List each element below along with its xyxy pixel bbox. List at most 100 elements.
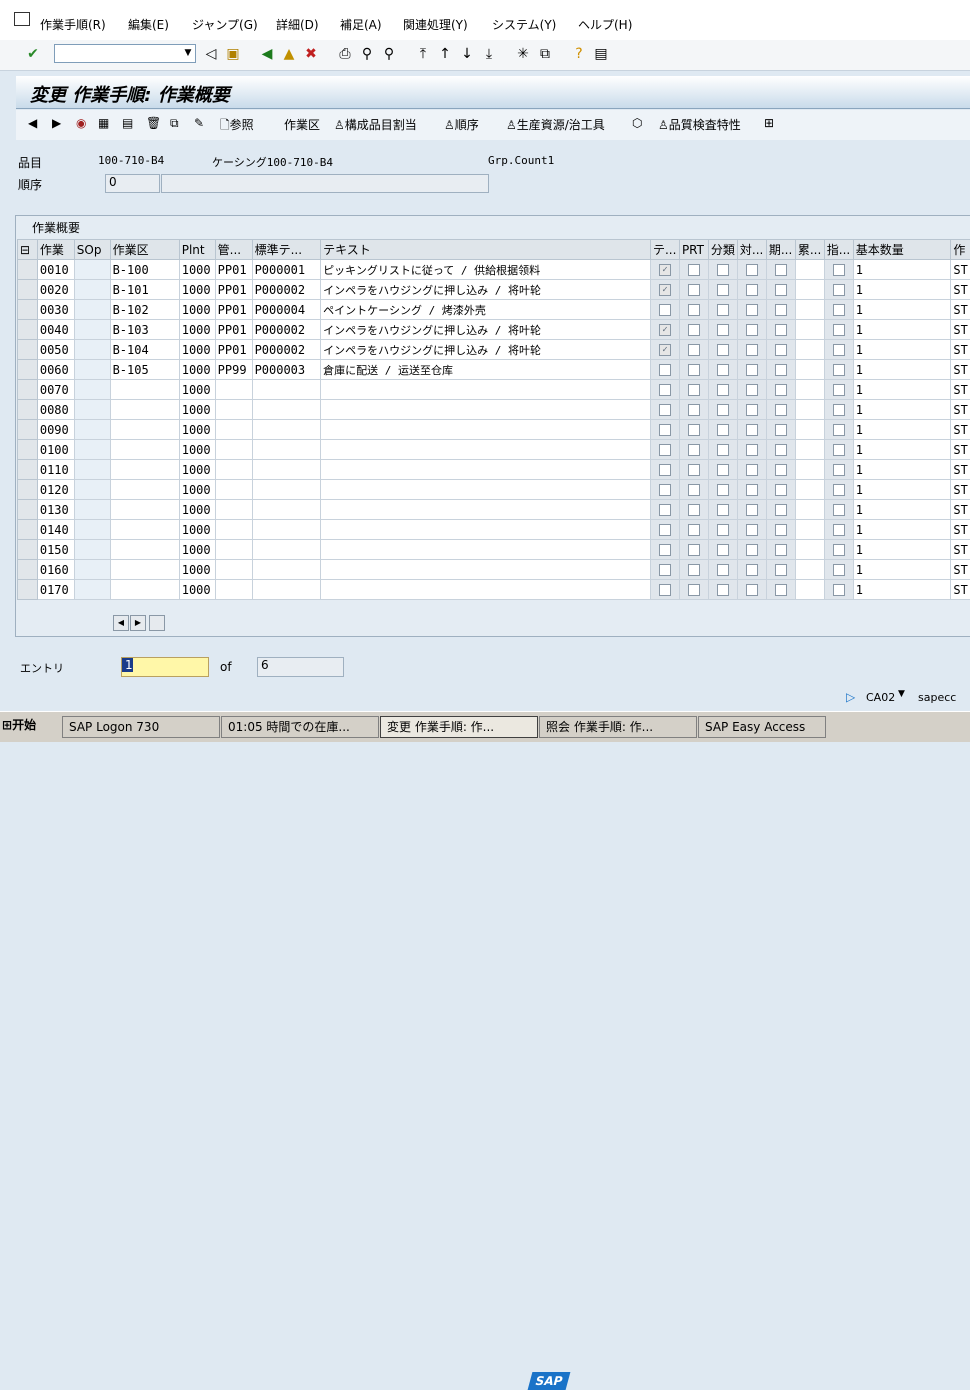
cell-control-key[interactable] — [215, 460, 252, 480]
cb-instruction-checkbox[interactable] — [833, 444, 845, 456]
cb-object-checkbox[interactable] — [746, 584, 758, 596]
cell-standard-text[interactable] — [252, 540, 321, 560]
cb-class-checkbox[interactable] — [717, 524, 729, 536]
cell-plant[interactable]: 1000 — [179, 300, 215, 320]
material-icon[interactable]: ◉ — [76, 116, 86, 130]
cell-op-unit[interactable]: ST — [951, 460, 970, 480]
cell-standard-text[interactable]: P000003 — [252, 360, 321, 380]
row-selector[interactable] — [18, 420, 38, 440]
cb-class-checkbox[interactable] — [717, 424, 729, 436]
cell-operation[interactable]: 0030 — [37, 300, 74, 320]
cb-text-checkbox[interactable] — [659, 484, 671, 496]
edit-icon[interactable]: ✎ — [194, 116, 204, 130]
cb-period-checkbox[interactable] — [775, 364, 787, 376]
cell-plant[interactable]: 1000 — [179, 560, 215, 580]
cb-instruction-checkbox[interactable] — [833, 264, 845, 276]
cell-control-key[interactable] — [215, 420, 252, 440]
table-row[interactable]: 0040B-1031000PP01P000002インペラをハウジングに押し込み … — [18, 320, 970, 340]
cb-object-checkbox[interactable] — [746, 364, 758, 376]
cell-op-unit[interactable]: ST — [951, 540, 970, 560]
table-row[interactable]: 008010001ST — [18, 400, 970, 420]
menu-item-details[interactable]: 詳細(D) — [276, 16, 319, 33]
cell-work-center[interactable]: B-102 — [110, 300, 179, 320]
cb-text-checkbox[interactable] — [659, 424, 671, 436]
col-obj[interactable]: 対... — [737, 240, 766, 260]
cell-base-qty[interactable]: 1 — [853, 440, 951, 460]
cb-class-checkbox[interactable] — [717, 404, 729, 416]
cb-class-checkbox[interactable] — [717, 284, 729, 296]
cb-instruction-checkbox[interactable] — [833, 384, 845, 396]
cell-standard-text[interactable]: P000002 — [252, 320, 321, 340]
col-op-unit[interactable]: 作 — [951, 240, 970, 260]
col-period[interactable]: 期... — [766, 240, 795, 260]
table-row[interactable]: 017010001ST — [18, 580, 970, 600]
menu-item-help[interactable]: ヘルプ(H) — [578, 16, 632, 33]
cb-class-checkbox[interactable] — [717, 344, 729, 356]
cb-object-checkbox[interactable] — [746, 264, 758, 276]
cell-base-qty[interactable]: 1 — [853, 280, 951, 300]
cb-period-checkbox[interactable] — [775, 304, 787, 316]
cb-text-checkbox[interactable] — [659, 564, 671, 576]
cb-prt-checkbox[interactable] — [688, 304, 700, 316]
cb-object-checkbox[interactable] — [746, 484, 758, 496]
cell-standard-text[interactable] — [252, 420, 321, 440]
cb-object-checkbox[interactable] — [746, 384, 758, 396]
cb-instruction-checkbox[interactable] — [833, 464, 845, 476]
cell-standard-text[interactable] — [252, 500, 321, 520]
cell-work-center[interactable] — [110, 380, 179, 400]
row-selector[interactable] — [18, 260, 38, 280]
row-selector[interactable] — [18, 300, 38, 320]
entry-input[interactable]: 1 — [121, 657, 209, 677]
cb-object-checkbox[interactable] — [746, 324, 758, 336]
task-display-routing[interactable]: 照会 作業手順: 作... — [539, 716, 697, 738]
cell-operation[interactable]: 0060 — [37, 360, 74, 380]
cell-control-key[interactable] — [215, 580, 252, 600]
cell-op-unit[interactable]: ST — [951, 300, 970, 320]
row-selector[interactable] — [18, 400, 38, 420]
cell-plant[interactable]: 1000 — [179, 440, 215, 460]
cell-sop[interactable] — [74, 520, 110, 540]
cell-sop[interactable] — [74, 420, 110, 440]
back-arrow-icon[interactable]: ◁ — [202, 45, 220, 63]
cell-op-unit[interactable]: ST — [951, 400, 970, 420]
cb-text-checkbox[interactable] — [659, 384, 671, 396]
prt-button[interactable]: ♙生産資源/治工具 — [506, 116, 605, 133]
cb-class-checkbox[interactable] — [717, 384, 729, 396]
cell-operation[interactable]: 0120 — [37, 480, 74, 500]
table-row[interactable]: 016010001ST — [18, 560, 970, 580]
delete-icon[interactable]: 🗑 — [146, 116, 161, 130]
cell-op-unit[interactable]: ST — [951, 280, 970, 300]
row-selector[interactable] — [18, 280, 38, 300]
cell-text[interactable] — [321, 440, 651, 460]
cell-work-center[interactable] — [110, 500, 179, 520]
cell-sop[interactable] — [74, 460, 110, 480]
table-row[interactable]: 015010001ST — [18, 540, 970, 560]
cell-op-unit[interactable]: ST — [951, 440, 970, 460]
menu-item-edit[interactable]: 編集(E) — [128, 16, 169, 33]
cb-instruction-checkbox[interactable] — [833, 504, 845, 516]
table-row[interactable]: 013010001ST — [18, 500, 970, 520]
cb-class-checkbox[interactable] — [717, 564, 729, 576]
cb-period-checkbox[interactable] — [775, 284, 787, 296]
system-dropdown-icon[interactable]: ▼ — [898, 689, 905, 699]
cb-object-checkbox[interactable] — [746, 284, 758, 296]
new-session-icon[interactable]: ✳ — [514, 45, 532, 63]
row-selector[interactable] — [18, 320, 38, 340]
hierarchy-icon[interactable]: ⊞ — [764, 116, 774, 130]
cb-prt-checkbox[interactable] — [688, 484, 700, 496]
cell-operation[interactable]: 0140 — [37, 520, 74, 540]
cb-object-checkbox[interactable] — [746, 524, 758, 536]
cell-sop[interactable] — [74, 380, 110, 400]
find-icon[interactable]: ⚲ — [358, 45, 376, 63]
cell-plant[interactable]: 1000 — [179, 360, 215, 380]
cb-period-checkbox[interactable] — [775, 524, 787, 536]
cell-operation[interactable]: 0010 — [37, 260, 74, 280]
cell-op-unit[interactable]: ST — [951, 260, 970, 280]
cell-op-unit[interactable]: ST — [951, 320, 970, 340]
row-selector[interactable] — [18, 360, 38, 380]
cell-standard-text[interactable] — [252, 380, 321, 400]
cb-prt-checkbox[interactable] — [688, 324, 700, 336]
row-selector[interactable] — [18, 340, 38, 360]
cell-text[interactable]: インペラをハウジングに押し込み / 将叶轮 — [321, 280, 651, 300]
chevron-down-icon[interactable]: ▼ — [181, 45, 195, 62]
